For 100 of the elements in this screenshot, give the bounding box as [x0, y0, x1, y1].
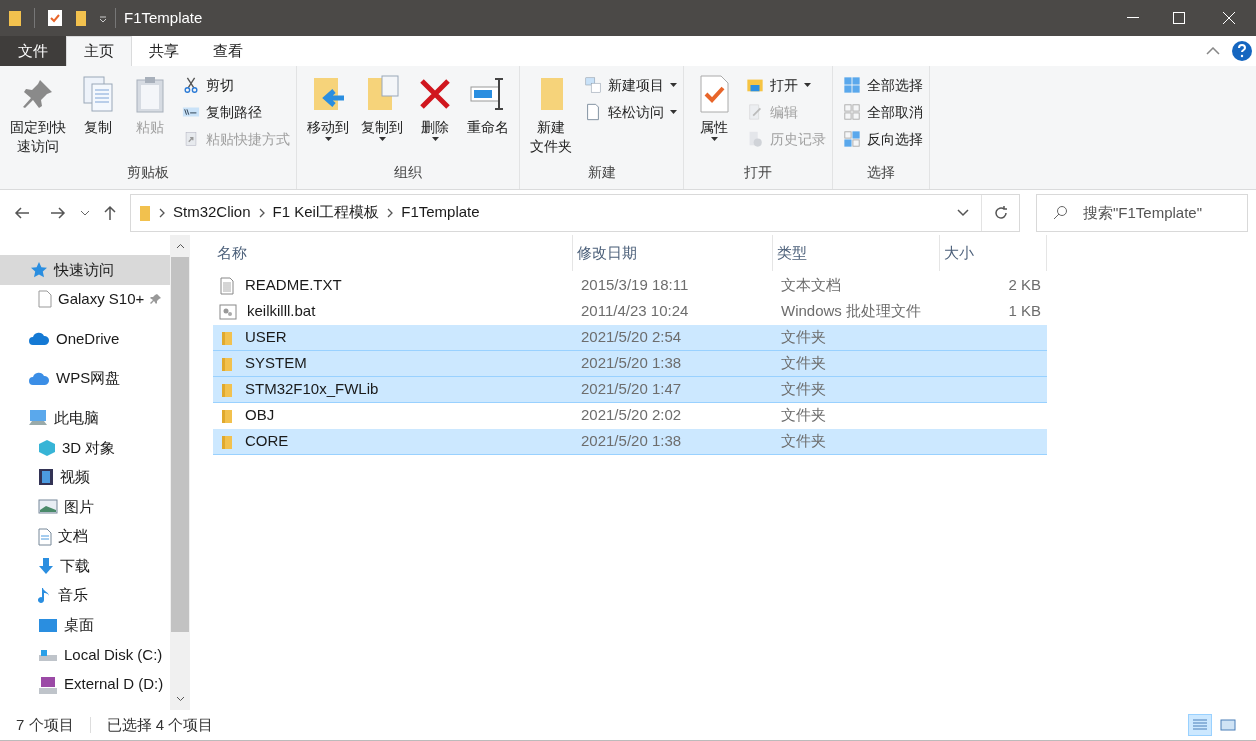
chevron-right-icon	[258, 207, 265, 218]
window-title: F1Template	[124, 7, 203, 28]
properties-icon	[47, 9, 63, 27]
breadcrumb[interactable]: F1Template	[401, 201, 480, 224]
ribbon-button[interactable]: 复制路径	[182, 101, 290, 123]
chevron-down-icon[interactable]	[957, 208, 969, 217]
nav-item[interactable]: 下载	[0, 551, 170, 581]
nav-item[interactable]: 此电脑	[0, 403, 170, 433]
file-name: SYSTEM	[245, 353, 307, 374]
text-file-icon	[219, 276, 235, 295]
breadcrumb[interactable]: F1 Keil工程模板	[272, 201, 380, 224]
file-row[interactable]: STM32F10x_FWLib 2021/5/20 1:47 文件夹	[213, 377, 1047, 403]
nav-item[interactable]: 文档	[0, 521, 170, 552]
gears-file-icon	[219, 303, 237, 320]
nav-item[interactable]: 视频	[0, 462, 170, 493]
column-header[interactable]: 大小	[940, 235, 1047, 271]
caret-icon	[804, 83, 811, 87]
list-icon	[1192, 718, 1208, 732]
cloud-icon	[28, 371, 50, 386]
ribbon-button[interactable]: 剪切	[182, 74, 290, 96]
nav-item[interactable]: 桌面	[0, 610, 170, 641]
file-row[interactable]: CORE 2021/5/20 1:38 文件夹	[213, 429, 1047, 455]
ribbon-button[interactable]: 全部选择	[843, 74, 923, 96]
folder-icon	[219, 329, 235, 346]
ribbon-button[interactable]: 轻松访问	[584, 101, 677, 123]
film-icon	[38, 468, 54, 487]
dropdown-icon[interactable]	[99, 13, 107, 23]
collapse-icon[interactable]	[1206, 47, 1220, 55]
nav-item[interactable]: 图片	[0, 492, 170, 522]
ribbon-button[interactable]: 打开	[746, 74, 826, 96]
file-type: Windows 批处理文件	[780, 301, 923, 322]
folder-icon	[75, 9, 87, 27]
column-header[interactable]: 名称	[213, 235, 573, 271]
cloud-icon	[28, 332, 50, 346]
document-icon	[38, 527, 52, 546]
file-row[interactable]: keilkilll.bat 2011/4/23 10:24 Windows 批处理文件 1 KB	[213, 299, 1047, 325]
file-name: README.TXT	[245, 275, 342, 296]
group-label: 打开	[744, 163, 772, 182]
ribbon-button[interactable]: 反向选择	[843, 128, 923, 150]
group-label: 选择	[867, 163, 895, 182]
address-bar[interactable]: Stm32Clion F1 Keil工程模板 F1Template	[130, 193, 1020, 232]
folder-icon	[219, 381, 235, 398]
nav-item[interactable]: 3D 对象	[0, 432, 170, 463]
group-label: 剪贴板	[127, 163, 169, 182]
ribbon-button[interactable]: 新建 文件夹	[526, 74, 576, 162]
ribbon-button[interactable]: 固定到快 速访问	[6, 74, 70, 162]
back-arrow-icon	[14, 206, 30, 219]
edit-icon	[746, 103, 764, 121]
group-label: 组织	[394, 163, 422, 182]
caret-icon	[670, 83, 677, 87]
down-arrow-icon	[38, 557, 54, 576]
group-label: 新建	[587, 163, 616, 182]
help-icon[interactable]	[1232, 41, 1252, 61]
ribbon-button[interactable]: 重命名	[463, 74, 513, 162]
nav-item[interactable]: 音乐	[0, 580, 170, 611]
ribbon-tab[interactable]: 主页	[66, 36, 132, 66]
thumbnail-icon	[1220, 718, 1236, 732]
pin-icon	[150, 293, 163, 306]
ribbon-button[interactable]: 全部取消	[843, 101, 923, 123]
nav-item[interactable]: WPS网盘	[0, 363, 170, 394]
file-name: OBJ	[245, 405, 275, 426]
minimize-icon	[1127, 17, 1139, 19]
file-name: STM32F10x_FWLib	[245, 379, 379, 400]
ribbon-button[interactable]: 复制	[74, 74, 122, 162]
file-row[interactable]: USER 2021/5/20 2:54 文件夹	[213, 325, 1047, 351]
ribbon-button[interactable]: 移动到	[303, 74, 353, 162]
caret-icon	[431, 137, 439, 141]
nav-item[interactable]: Galaxy S10+	[0, 284, 170, 315]
nav-item[interactable]: Local Disk (C:)	[0, 640, 170, 670]
file-row[interactable]: README.TXT 2015/3/19 18:11 文本文档 2 KB	[213, 273, 1047, 299]
modified-date: 2021/5/20 1:47	[580, 379, 683, 400]
file-row[interactable]: SYSTEM 2021/5/20 1:38 文件夹	[213, 351, 1047, 377]
caret-icon	[378, 137, 386, 141]
file-type: 文件夹	[780, 379, 827, 400]
breadcrumb[interactable]: Stm32Clion	[173, 201, 251, 224]
ribbon-button[interactable]: 复制到	[357, 74, 407, 162]
file-name: USER	[245, 327, 287, 348]
file-row[interactable]: OBJ 2021/5/20 2:02 文件夹	[213, 403, 1047, 429]
file-type: 文件夹	[780, 431, 827, 452]
ribbon-tab[interactable]: 文件	[0, 36, 66, 66]
nav-item[interactable]: OneDrive	[0, 324, 170, 354]
nav-item[interactable]: 快速访问	[0, 255, 170, 285]
up-arrow-icon	[104, 204, 116, 221]
search-field[interactable]: 搜索"F1Template"	[1036, 193, 1248, 232]
column-header[interactable]: 类型	[773, 235, 940, 271]
ribbon-button[interactable]: 属性	[690, 74, 738, 162]
file-type: 文本文档	[780, 275, 842, 296]
modified-date: 2021/5/20 1:38	[580, 431, 683, 452]
scrollbar[interactable]	[170, 235, 190, 710]
modified-date: 2021/5/20 2:02	[580, 405, 683, 426]
desktop-icon	[38, 617, 58, 633]
file-size: 2 KB	[1008, 276, 1041, 294]
nav-item[interactable]: External D (D:)	[0, 669, 170, 700]
column-header[interactable]: 修改日期	[573, 235, 773, 271]
ribbon-button[interactable]: 删除	[411, 74, 459, 162]
refresh-icon	[992, 204, 1009, 221]
chevron-down-icon[interactable]	[80, 209, 90, 216]
ribbon-button[interactable]: 新建项目	[584, 74, 677, 96]
scrollbar-thumb[interactable]	[171, 257, 189, 632]
picture-icon	[38, 499, 58, 515]
